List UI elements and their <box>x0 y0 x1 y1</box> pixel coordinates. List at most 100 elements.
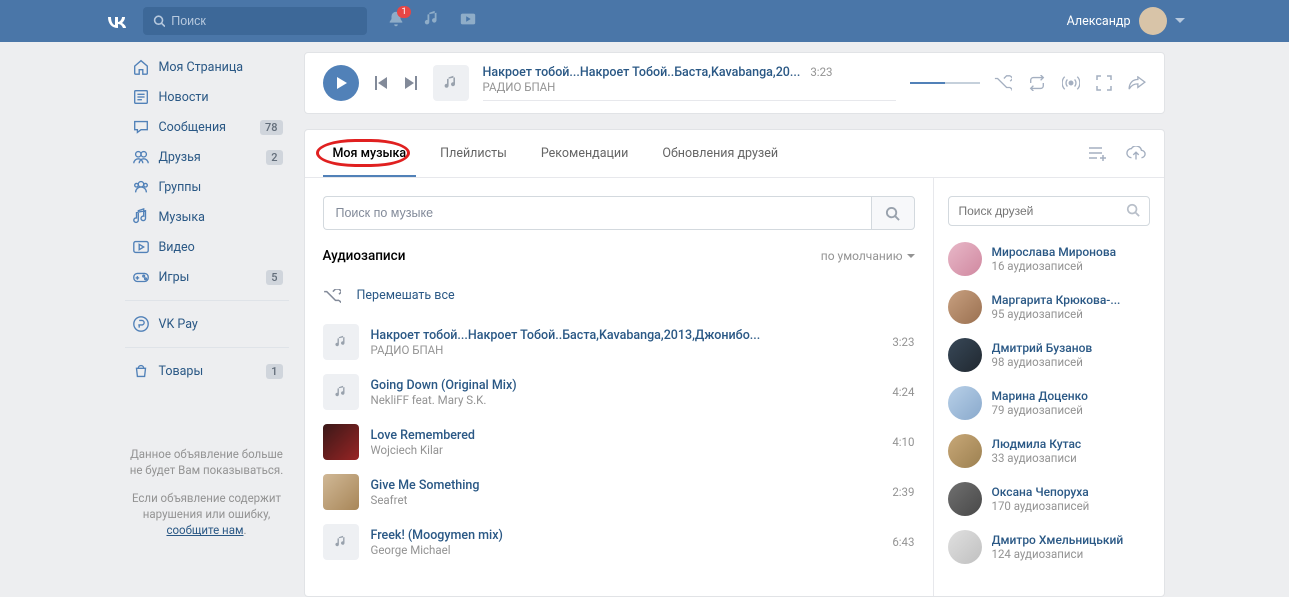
user-name: Александр <box>1067 14 1131 29</box>
music-icon <box>131 207 151 227</box>
friend-track-count: 98 аудиозаписей <box>992 355 1093 369</box>
games-icon <box>131 267 151 287</box>
friend-name: Марина Доценко <box>992 389 1088 403</box>
tab-friend-updates[interactable]: Обновления друзей <box>652 130 788 177</box>
tab-recommendations[interactable]: Рекомендации <box>531 130 638 177</box>
music-panel: Моя музыка Плейлисты Рекомендации Обновл… <box>304 129 1165 597</box>
friend-avatar <box>948 290 982 324</box>
prev-button[interactable] <box>373 76 389 90</box>
nav-item-goods[interactable]: Товары1 <box>125 356 289 386</box>
track-title: Freek! (Moogymen mix) <box>371 528 881 543</box>
friend-track-count: 79 аудиозаписей <box>992 403 1088 417</box>
notification-badge: 1 <box>397 6 410 18</box>
share-icon[interactable] <box>1128 76 1146 90</box>
tab-my-music[interactable]: Моя музыка <box>323 130 417 177</box>
chevron-down-icon <box>1175 18 1185 24</box>
play-button[interactable] <box>323 65 359 101</box>
track-duration: 3:23 <box>892 335 914 349</box>
current-track-artist: РАДИО БПАН <box>483 80 896 94</box>
section-title: Аудиозаписи <box>323 248 406 264</box>
upload-icon[interactable] <box>1126 146 1146 162</box>
search-input[interactable] <box>171 14 356 28</box>
track-artist: Seafret <box>371 493 881 507</box>
track-duration: 6:43 <box>892 535 914 549</box>
video-icon[interactable] <box>459 10 477 32</box>
friend-avatar <box>948 434 982 468</box>
vk-logo[interactable] <box>105 9 129 33</box>
friend-avatar <box>948 338 982 372</box>
notifications-icon[interactable]: 1 <box>387 10 405 32</box>
shuffle-icon[interactable] <box>994 75 1012 91</box>
track-artwork <box>323 524 359 560</box>
track-row[interactable]: Give Me SomethingSeafret2:39 <box>323 467 915 517</box>
nav-item-home[interactable]: Моя Страница <box>125 52 289 82</box>
report-link[interactable]: сообщите нам <box>166 523 243 537</box>
track-artist: NekliFF feat. Mary S.K. <box>371 393 881 407</box>
global-search[interactable] <box>143 7 367 35</box>
sort-dropdown[interactable]: по умолчанию <box>821 249 915 263</box>
friend-track-count: 16 аудиозаписей <box>992 259 1117 273</box>
broadcast-icon[interactable] <box>1062 75 1080 91</box>
nav-item-friends[interactable]: Друзья2 <box>125 142 289 172</box>
friend-row[interactable]: Маргарита Крюкова-...95 аудиозаписей <box>948 290 1150 324</box>
music-player-icon[interactable] <box>423 10 441 32</box>
msg-icon <box>131 117 151 137</box>
friend-track-count: 33 аудиозаписи <box>992 451 1082 465</box>
friend-row[interactable]: Марина Доценко79 аудиозаписей <box>948 386 1150 420</box>
shuffle-all[interactable]: Перемешать все <box>323 284 915 317</box>
music-search-input[interactable] <box>323 196 871 230</box>
friend-track-count: 95 аудиозаписей <box>992 307 1121 321</box>
track-row[interactable]: Накроет тобой...Накроет Тобой..Баста,Kav… <box>323 317 915 367</box>
friend-search-input[interactable] <box>948 196 1150 226</box>
volume-slider[interactable] <box>910 82 980 84</box>
track-row[interactable]: Freek! (Moogymen mix)George Michael 6:43 <box>323 517 915 567</box>
friend-row[interactable]: Людмила Кутас33 аудиозаписи <box>948 434 1150 468</box>
fullscreen-icon[interactable] <box>1096 75 1112 91</box>
chevron-down-icon <box>907 254 915 259</box>
friend-avatar <box>948 242 982 276</box>
nav-item-music[interactable]: Музыка <box>125 202 289 232</box>
next-button[interactable] <box>403 76 419 90</box>
friend-row[interactable]: Дмитро Хмельницький124 аудиозаписи <box>948 530 1150 564</box>
track-title: Going Down (Original Mix) <box>371 378 881 393</box>
track-duration: 4:10 <box>892 435 914 449</box>
player-bar: Накроет тобой...Накроет Тобой..Баста,Kav… <box>304 52 1165 114</box>
current-track-art <box>433 65 469 101</box>
tab-playlists[interactable]: Плейлисты <box>430 130 517 177</box>
track-artwork <box>323 424 359 460</box>
friend-row[interactable]: Оксана Чепоруха170 аудиозаписей <box>948 482 1150 516</box>
friend-track-count: 124 аудиозаписи <box>992 547 1124 561</box>
current-track-duration: 3:23 <box>810 65 832 79</box>
track-title: Love Remembered <box>371 428 881 443</box>
search-icon <box>1126 203 1140 217</box>
groups-icon <box>131 177 151 197</box>
track-duration: 4:24 <box>892 385 914 399</box>
track-row[interactable]: Going Down (Original Mix)NekliFF feat. M… <box>323 367 915 417</box>
friend-name: Дмитро Хмельницький <box>992 533 1124 547</box>
friends-icon <box>131 147 151 167</box>
friend-track-count: 170 аудиозаписей <box>992 499 1090 513</box>
friend-name: Людмила Кутас <box>992 437 1082 451</box>
nav-item-groups[interactable]: Группы <box>125 172 289 202</box>
playlist-add-icon[interactable] <box>1088 146 1108 162</box>
goods-icon <box>131 361 151 381</box>
nav-count: 1 <box>266 364 282 379</box>
music-search-button[interactable] <box>871 196 915 230</box>
friend-avatar <box>948 482 982 516</box>
nav-item-news[interactable]: Новости <box>125 82 289 112</box>
track-row[interactable]: Love RememberedWojciech Kilar4:10 <box>323 417 915 467</box>
nav-item-msg[interactable]: Сообщения78 <box>125 112 289 142</box>
friend-row[interactable]: Мирослава Миронова16 аудиозаписей <box>948 242 1150 276</box>
profile-menu[interactable]: Александр <box>1067 7 1185 35</box>
nav-item-video[interactable]: Видео <box>125 232 289 262</box>
track-artist: George Michael <box>371 543 881 557</box>
nav-item-pay[interactable]: VK Pay <box>125 309 289 339</box>
track-artwork <box>323 324 359 360</box>
ad-disclaimer: Данное объявление больше не будет Вам по… <box>125 446 289 538</box>
friend-row[interactable]: Дмитрий Бузанов98 аудиозаписей <box>948 338 1150 372</box>
nav-item-games[interactable]: Игры5 <box>125 262 289 292</box>
friend-avatar <box>948 530 982 564</box>
friend-name: Оксана Чепоруха <box>992 485 1090 499</box>
nav-count: 78 <box>260 120 283 135</box>
repeat-icon[interactable] <box>1028 75 1046 91</box>
